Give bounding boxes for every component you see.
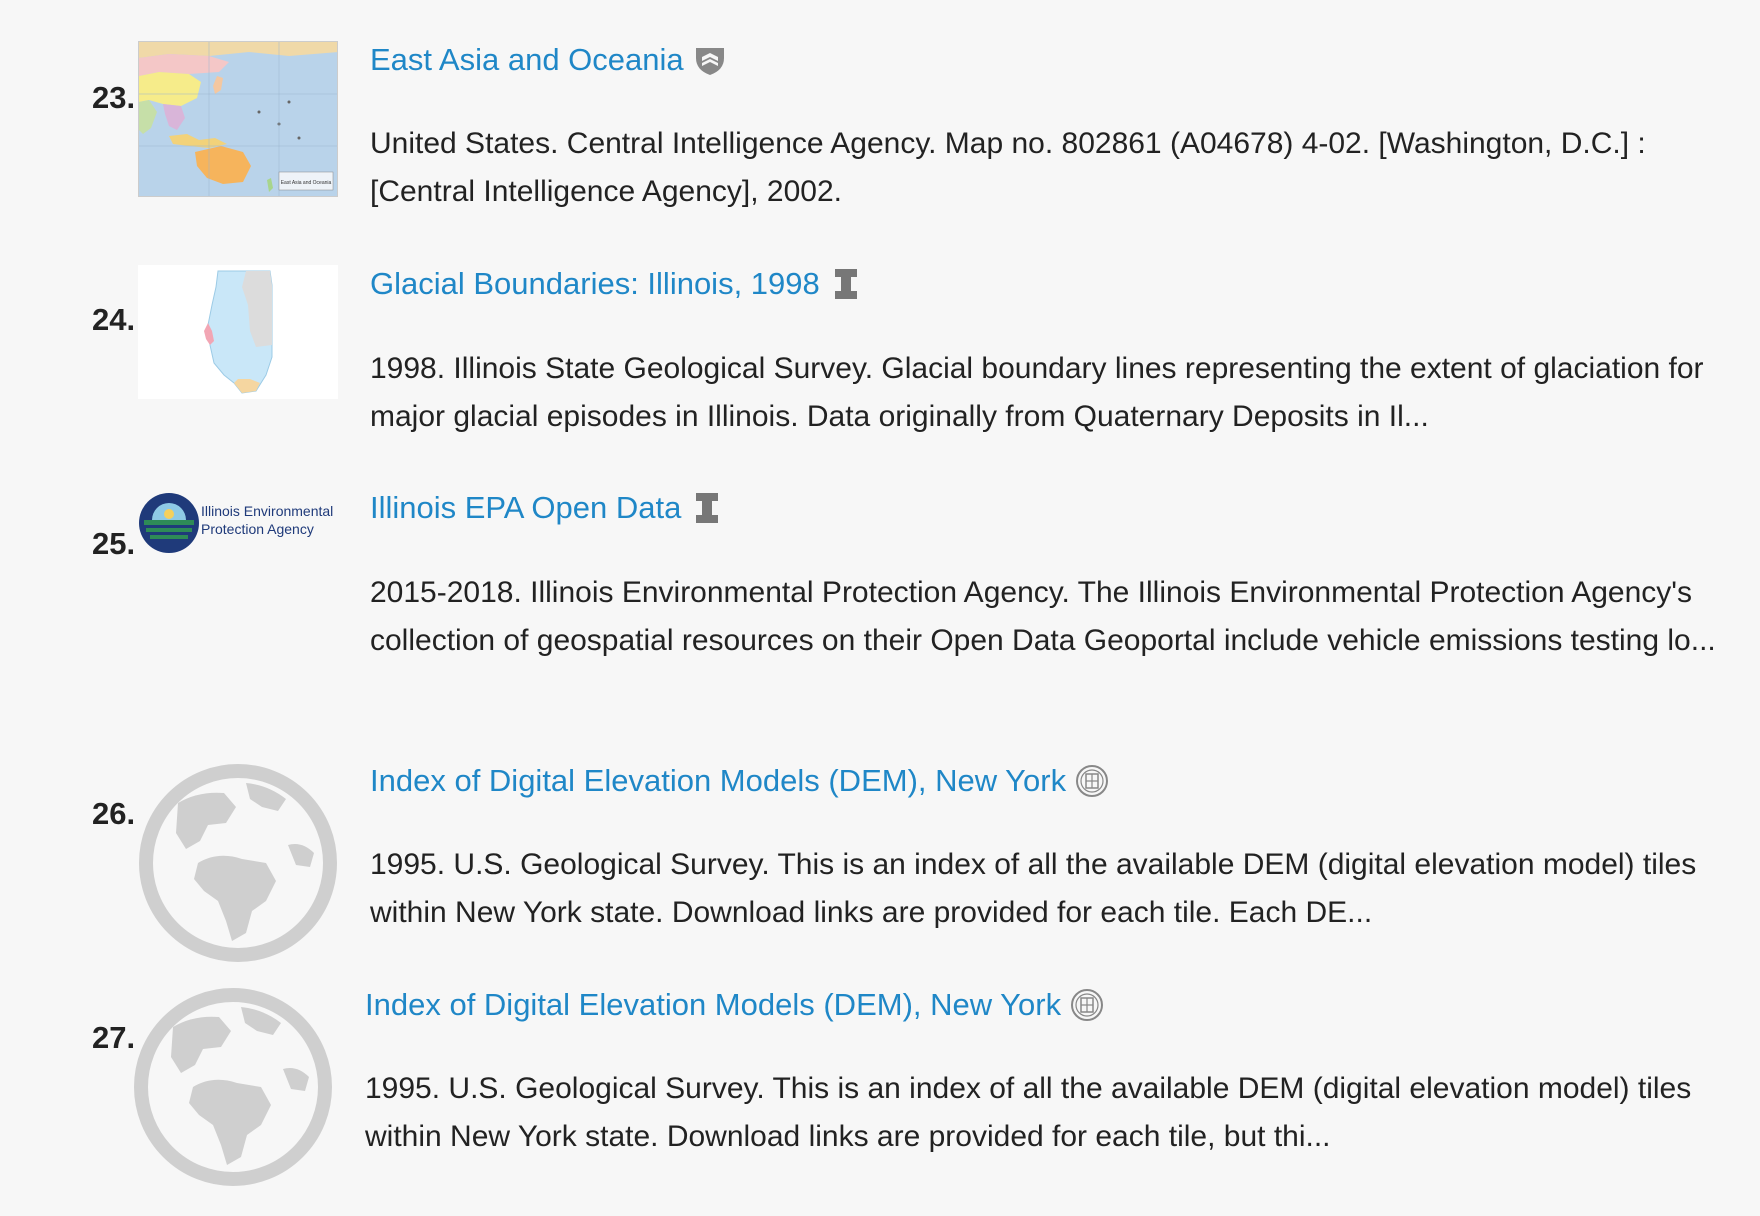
illinois-glacial-map-thumbnail[interactable] <box>138 265 338 399</box>
result-title-link[interactable]: Illinois EPA Open Data <box>370 490 681 526</box>
result-title-row: East Asia and Oceania <box>370 42 727 78</box>
epa-logo-text-line2: Protection Agency <box>201 521 314 537</box>
illinois-block-i-icon <box>690 491 724 525</box>
illinois-epa-logo[interactable]: Illinois Environmental Protection Agency <box>138 490 348 556</box>
result-number: 25. <box>92 526 136 561</box>
result-description: 1998. Illinois State Geological Survey. … <box>370 352 1704 433</box>
result-title-row: Illinois EPA Open Data <box>370 490 724 526</box>
cornell-seal-icon <box>1075 764 1109 798</box>
result-description: 1995. U.S. Geological Survey. This is an… <box>365 1072 1692 1153</box>
globe-placeholder-icon[interactable] <box>133 987 333 1187</box>
epa-logo-text-line1: Illinois Environmental <box>201 503 334 519</box>
result-title-row: Glacial Boundaries: Illinois, 1998 <box>370 266 863 302</box>
result-number: 24. <box>92 302 136 337</box>
epa-logo-text: Illinois Environmental Protection Agency <box>201 502 333 538</box>
illinois-block-i-icon <box>829 267 863 301</box>
result-description: 2015-2018. Illinois Environmental Protec… <box>370 576 1716 657</box>
result-title-link[interactable]: Index of Digital Elevation Models (DEM),… <box>370 763 1066 799</box>
result-title-link[interactable]: Glacial Boundaries: Illinois, 1998 <box>370 266 820 302</box>
result-title-row: Index of Digital Elevation Models (DEM),… <box>365 987 1104 1023</box>
map-caption: East Asia and Oceania <box>281 180 332 186</box>
result-number: 23. <box>92 80 136 115</box>
result-number: 27. <box>92 1020 136 1055</box>
result-title-row: Index of Digital Elevation Models (DEM),… <box>370 763 1109 799</box>
result-number: 26. <box>92 796 136 831</box>
princeton-shield-icon <box>693 43 727 77</box>
east-asia-map-thumbnail[interactable]: East Asia and Oceania <box>138 41 338 197</box>
map-thumbnail-image <box>204 270 273 394</box>
map-thumbnail-image: East Asia and Oceania <box>139 42 337 196</box>
cornell-seal-icon <box>1070 988 1104 1022</box>
result-description: 1995. U.S. Geological Survey. This is an… <box>370 848 1697 929</box>
epa-logo-emblem <box>139 493 199 553</box>
globe-placeholder-icon[interactable] <box>138 763 338 963</box>
result-description: United States. Central Intelligence Agen… <box>370 127 1646 208</box>
result-title-link[interactable]: East Asia and Oceania <box>370 42 684 78</box>
result-title-link[interactable]: Index of Digital Elevation Models (DEM),… <box>365 987 1061 1023</box>
